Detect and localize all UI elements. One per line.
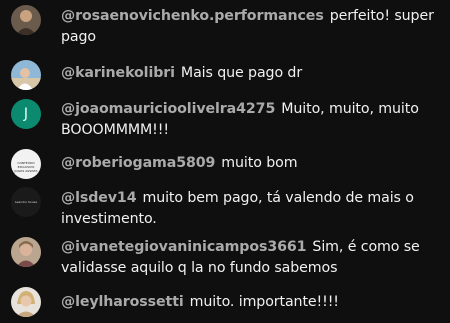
comment-username[interactable]: @ivanetegiovaninicampos3661 bbox=[61, 239, 307, 255]
comment-text: @leylharossetti muito. importante!!!! bbox=[61, 292, 444, 313]
comment-username[interactable]: @joaomauricioolivelra4275 bbox=[61, 101, 275, 117]
comment-message: Mais que pago dr bbox=[180, 65, 303, 81]
comment-message: muito bom bbox=[221, 155, 298, 171]
avatar-logo-text: CONTEÚDO EXCLUSIVO JOGOS ASSISTA bbox=[14, 161, 38, 173]
comment-username[interactable]: @karinekolibri bbox=[61, 65, 175, 81]
avatar[interactable] bbox=[11, 237, 41, 267]
comment-text: @lsdev14 muito bem pago, tá valendo de ma… bbox=[61, 188, 444, 230]
comment-username[interactable]: @lsdev14 bbox=[61, 190, 137, 206]
comment-username[interactable]: @leylharossetti bbox=[61, 294, 184, 310]
comment-message: muito. importante!!!! bbox=[189, 294, 339, 310]
avatar[interactable] bbox=[11, 5, 41, 35]
comment-text: @rosaenovichenko.performances perfeito! s… bbox=[61, 6, 444, 48]
comment-text: @karinekolibri Mais que pago dr bbox=[61, 63, 444, 84]
comment-text: @ivanetegiovaninicampos3661 Sim, é como s… bbox=[61, 237, 444, 279]
avatar[interactable]: J bbox=[11, 99, 41, 129]
avatar-letter: J bbox=[23, 106, 29, 122]
avatar[interactable]: Leandro Sousa bbox=[11, 187, 41, 217]
comment-text: @roberiogama5809 muito bom bbox=[61, 153, 444, 174]
comment-username[interactable]: @roberiogama5809 bbox=[61, 155, 215, 171]
avatar[interactable] bbox=[11, 60, 41, 90]
avatar-logo-text: Leandro Sousa bbox=[14, 200, 38, 204]
comment-list: @rosaenovichenko.performances perfeito! s… bbox=[0, 0, 450, 323]
avatar[interactable] bbox=[11, 287, 41, 317]
comment-text: @joaomauricioolivelra4275 Muito, muito, m… bbox=[61, 99, 444, 141]
avatar[interactable]: CONTEÚDO EXCLUSIVO JOGOS ASSISTA bbox=[11, 149, 41, 179]
comment-username[interactable]: @rosaenovichenko.performances bbox=[61, 8, 324, 24]
